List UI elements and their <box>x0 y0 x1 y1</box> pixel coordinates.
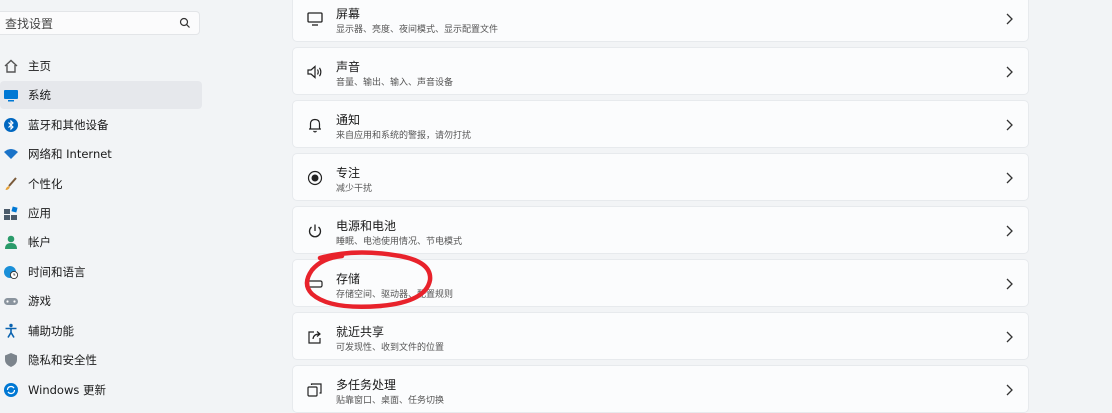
multitask-icon <box>305 380 325 400</box>
storage-icon <box>305 274 325 294</box>
chevron-right-icon <box>1006 225 1013 237</box>
nav-item-label: Windows 更新 <box>28 383 106 397</box>
setting-card-display[interactable]: 屏幕 显示器、亮度、夜间模式、显示配置文件 <box>292 0 1029 42</box>
search-icon[interactable] <box>179 17 191 29</box>
chevron-right-icon <box>1006 172 1013 184</box>
nav-item-home[interactable]: 主页 <box>0 52 202 80</box>
focus-icon <box>305 168 325 188</box>
chevron-right-icon <box>1006 278 1013 290</box>
settings-nav: 主页 系统 蓝牙和其他设备 网络和 Internet 个性化 应用 <box>0 0 210 400</box>
card-subtitle: 可发现性、收到文件的位置 <box>336 343 445 353</box>
setting-card-sound[interactable]: 声音 音量、输出、输入、声音设备 <box>292 47 1029 95</box>
setting-card-power[interactable]: 电源和电池 睡眠、电池使用情况、节电模式 <box>292 206 1029 254</box>
card-title: 电源和电池 <box>336 219 397 233</box>
setting-card-focus[interactable]: 专注 减少干扰 <box>292 153 1029 201</box>
monitor-icon <box>305 9 325 29</box>
apps-icon <box>2 204 20 222</box>
chevron-right-icon <box>1006 13 1013 25</box>
update-icon <box>2 381 20 399</box>
card-subtitle: 显示器、亮度、夜间模式、显示配置文件 <box>336 25 499 35</box>
card-subtitle: 存储空间、驱动器、配置规则 <box>336 290 454 300</box>
card-subtitle: 音量、输出、输入、声音设备 <box>336 78 454 88</box>
nav-item-label: 时间和语言 <box>28 265 86 279</box>
nav-item-accessibility[interactable]: 辅助功能 <box>0 317 202 345</box>
nav-item-label: 隐私和安全性 <box>28 353 97 367</box>
brush-icon <box>2 175 20 193</box>
card-title: 多任务处理 <box>336 378 397 392</box>
setting-card-multitasking[interactable]: 多任务处理 贴靠窗口、桌面、任务切换 <box>292 365 1029 413</box>
card-title: 屏幕 <box>336 7 361 21</box>
nav-item-label: 主页 <box>28 59 51 73</box>
nav-item-label: 应用 <box>28 206 51 220</box>
nav-item-label: 辅助功能 <box>28 324 74 338</box>
card-title: 专注 <box>336 166 361 180</box>
display-icon <box>2 86 20 104</box>
nav-item-gaming[interactable]: 游戏 <box>0 287 202 315</box>
chevron-right-icon <box>1006 66 1013 78</box>
setting-card-notifications[interactable]: 通知 来自应用和系统的警报，请勿打扰 <box>292 100 1029 148</box>
card-title: 存储 <box>336 272 361 286</box>
card-subtitle: 减少干扰 <box>336 184 373 194</box>
card-title: 就近共享 <box>336 325 385 339</box>
nav-item-system[interactable]: 系统 <box>0 81 202 109</box>
card-subtitle: 睡眠、电池使用情况、节电模式 <box>336 237 463 247</box>
nav-item-label: 帐户 <box>28 235 51 249</box>
nav-item-bluetooth[interactable]: 蓝牙和其他设备 <box>0 111 202 139</box>
nav-item-time-language[interactable]: 时间和语言 <box>0 258 202 286</box>
nav-item-label: 个性化 <box>28 177 63 191</box>
card-title: 通知 <box>336 113 361 127</box>
nav-item-apps[interactable]: 应用 <box>0 199 202 227</box>
person-icon <box>2 233 20 251</box>
accessibility-icon <box>2 322 20 340</box>
speaker-icon <box>305 62 325 82</box>
wifi-icon <box>2 145 20 163</box>
nav-item-privacy[interactable]: 隐私和安全性 <box>0 346 202 374</box>
bluetooth-icon <box>2 116 20 134</box>
nav-item-accounts[interactable]: 帐户 <box>0 228 202 256</box>
gamepad-icon <box>2 292 20 310</box>
chevron-right-icon <box>1006 331 1013 343</box>
share-icon <box>305 327 325 347</box>
shield-icon <box>2 351 20 369</box>
nav-item-network[interactable]: 网络和 Internet <box>0 140 202 168</box>
setting-card-nearby-sharing[interactable]: 就近共享 可发现性、收到文件的位置 <box>292 312 1029 360</box>
nav-item-label: 网络和 Internet <box>28 147 112 161</box>
chevron-right-icon <box>1006 119 1013 131</box>
search-box[interactable] <box>0 11 200 35</box>
chevron-right-icon <box>1006 384 1013 396</box>
nav-item-label: 系统 <box>28 88 51 102</box>
nav-item-personalization[interactable]: 个性化 <box>0 170 202 198</box>
globe-clock-icon <box>2 263 20 281</box>
home-icon <box>2 57 20 75</box>
nav-item-label: 蓝牙和其他设备 <box>28 118 109 132</box>
bell-icon <box>305 115 325 135</box>
nav-item-label: 游戏 <box>28 294 51 308</box>
card-subtitle: 来自应用和系统的警报，请勿打扰 <box>336 131 472 141</box>
search-input[interactable] <box>3 14 177 34</box>
power-icon <box>305 221 325 241</box>
setting-card-storage[interactable]: 存储 存储空间、驱动器、配置规则 <box>292 259 1029 307</box>
card-title: 声音 <box>336 60 361 74</box>
